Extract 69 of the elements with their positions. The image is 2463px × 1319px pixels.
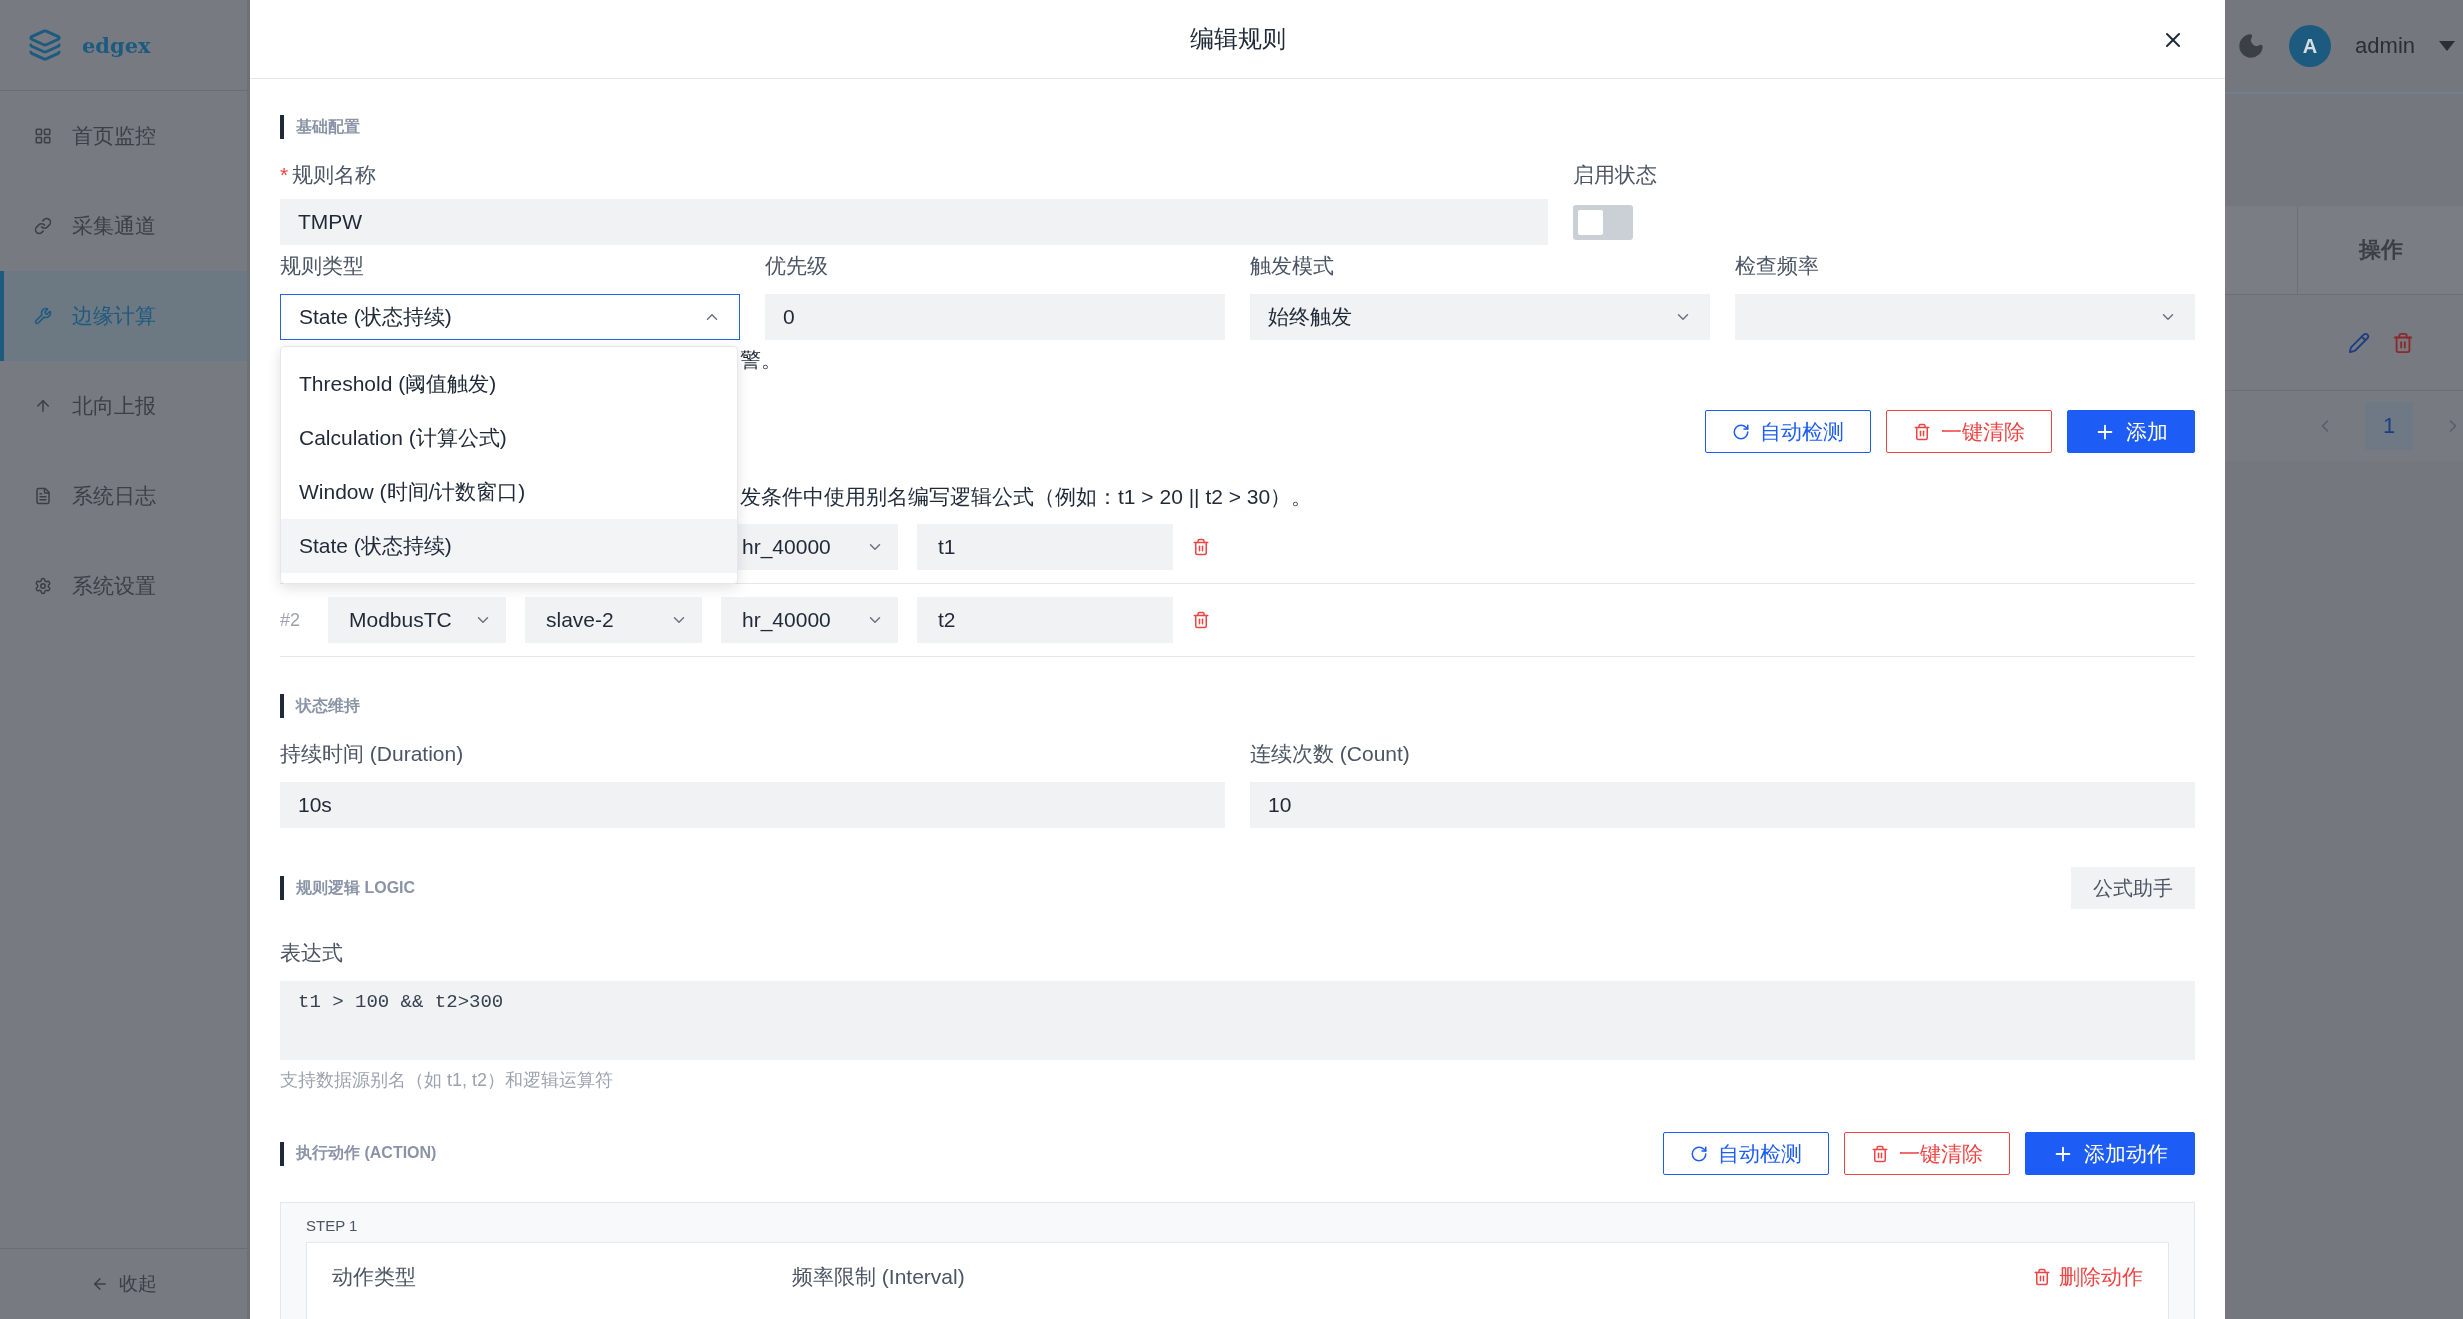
sidebar-icon xyxy=(34,217,52,235)
caret-icon xyxy=(2439,41,2455,51)
step-label: STEP 1 xyxy=(306,1217,359,1234)
action-button[interactable]: 一键清除 xyxy=(1886,410,2052,453)
row-index: #2 xyxy=(280,609,302,631)
field-label: 连续次数 (Count) xyxy=(1250,741,1410,767)
hint-text: 发条件中使用别名编写逻辑公式（例如：t1 > 20 || t2 > 30）。 xyxy=(740,484,1313,510)
action-button[interactable]: 自动检测 xyxy=(1705,410,1871,453)
sidebar-icon xyxy=(34,577,52,595)
dropdown-option[interactable]: Threshold (阈值触发) xyxy=(281,357,737,411)
input-field[interactable]: t2 xyxy=(917,597,1173,643)
field-label: 启用状态 xyxy=(1573,162,1657,188)
refresh-icon xyxy=(1732,422,1750,441)
edit-icon[interactable] xyxy=(2347,331,2370,354)
field-label: 规则名称 xyxy=(292,162,377,188)
select-field[interactable]: 始终触发 xyxy=(1250,294,1710,340)
logo-icon xyxy=(28,28,62,62)
action-button[interactable]: 一键清除 xyxy=(1844,1132,2010,1175)
dialog-title: 编辑规则 xyxy=(1189,24,1286,54)
section-title: 规则逻辑 LOGIC xyxy=(280,876,416,900)
required-mark: * xyxy=(280,163,289,187)
expression-field[interactable]: t1 > 100 && t2>300 xyxy=(280,981,2195,1060)
delete-action-button[interactable]: 删除动作 xyxy=(2033,1263,2143,1291)
field-label: 表达式 xyxy=(280,940,343,966)
trash-icon[interactable] xyxy=(2391,331,2414,354)
sidebar-icon xyxy=(34,127,52,145)
field-label: 规则类型 xyxy=(280,253,364,279)
moon-icon[interactable] xyxy=(2237,32,2266,60)
field-label: 优先级 xyxy=(765,253,828,279)
toggle-switch[interactable] xyxy=(1573,205,1633,240)
input-field[interactable]: t1 xyxy=(917,524,1173,570)
input-field[interactable]: 10s xyxy=(280,782,1225,828)
section-title: 基础配置 xyxy=(280,115,2195,139)
avatar[interactable]: A xyxy=(2289,25,2332,67)
logo-text: edgex xyxy=(82,32,151,58)
select-field[interactable]: hr_40000 xyxy=(721,597,898,643)
input-field[interactable]: 10 xyxy=(1250,782,2195,828)
action-button[interactable]: 添加动作 xyxy=(2025,1132,2195,1175)
field-label: 频率限制 (Interval) xyxy=(792,1264,966,1290)
formula-helper-button[interactable]: 公式助手 xyxy=(2071,867,2195,909)
sidebar-icon xyxy=(34,487,52,505)
field-label: 触发模式 xyxy=(1250,253,1334,279)
action-button[interactable]: 自动检测 xyxy=(1663,1132,1829,1175)
trash-icon xyxy=(2033,1268,2051,1286)
select-field[interactable] xyxy=(1735,294,2195,340)
dropdown-option[interactable]: Window (时间/计数窗口) xyxy=(281,465,737,519)
trash-icon xyxy=(1192,611,1210,629)
trash-icon xyxy=(1913,422,1931,441)
field-label: 检查频率 xyxy=(1735,253,1819,279)
hint-text: 警。 xyxy=(740,347,782,373)
input-field[interactable]: TMPW xyxy=(280,199,1548,245)
hint-text: 支持数据源别名（如 t1, t2）和逻辑运算符 xyxy=(280,1070,614,1090)
section-title: 状态维持 xyxy=(280,694,2195,718)
sidebar-icon xyxy=(34,397,52,415)
field-label: 持续时间 (Duration) xyxy=(280,741,464,767)
input-field[interactable]: 0 xyxy=(765,294,1225,340)
dropdown-option[interactable]: Calculation (计算公式) xyxy=(281,411,737,465)
section-title: 执行动作 (ACTION) xyxy=(280,1141,437,1166)
field-label: 动作类型 xyxy=(332,1264,417,1290)
select-field[interactable]: ModbusTC xyxy=(328,597,506,643)
dropdown-option[interactable]: State (状态持续) xyxy=(281,519,737,573)
sidebar-icon xyxy=(34,307,52,325)
refresh-icon xyxy=(1690,1144,1708,1163)
select-field[interactable]: State (状态持续) xyxy=(280,294,740,340)
trash-icon xyxy=(1192,538,1210,556)
column-header: 操作 xyxy=(2297,206,2463,294)
action-button[interactable]: 添加 xyxy=(2067,410,2195,453)
select-field[interactable]: slave-2 xyxy=(525,597,702,643)
trash-icon xyxy=(1871,1144,1889,1163)
